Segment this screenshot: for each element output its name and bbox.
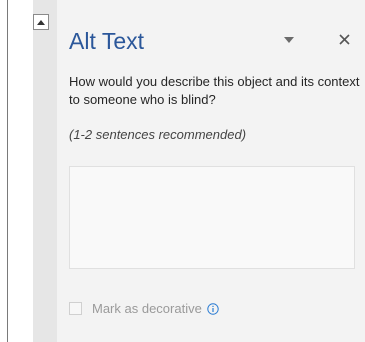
alt-text-window: Alt Text How would you describe this obj… (0, 0, 365, 342)
alt-text-input[interactable] (69, 166, 355, 269)
sentence-hint: (1-2 sentences recommended) (69, 127, 247, 142)
window-edge (0, 0, 8, 342)
pane-options-button[interactable] (281, 34, 297, 46)
pane-description: How would you describe this object and i… (69, 74, 360, 107)
vertical-scrollbar[interactable] (33, 0, 57, 342)
mark-decorative-checkbox[interactable] (69, 302, 82, 315)
alt-text-pane: Alt Text How would you describe this obj… (57, 0, 365, 342)
triangle-up-icon (37, 19, 45, 25)
mark-decorative-label[interactable]: Mark as decorative (92, 301, 202, 316)
close-button[interactable] (335, 30, 353, 48)
triangle-down-icon (284, 37, 294, 43)
mark-decorative-row: Mark as decorative (69, 301, 219, 316)
pane-title: Alt Text (69, 28, 144, 54)
close-icon (338, 33, 350, 45)
scroll-up-button[interactable] (33, 14, 49, 30)
info-icon[interactable] (207, 302, 219, 315)
